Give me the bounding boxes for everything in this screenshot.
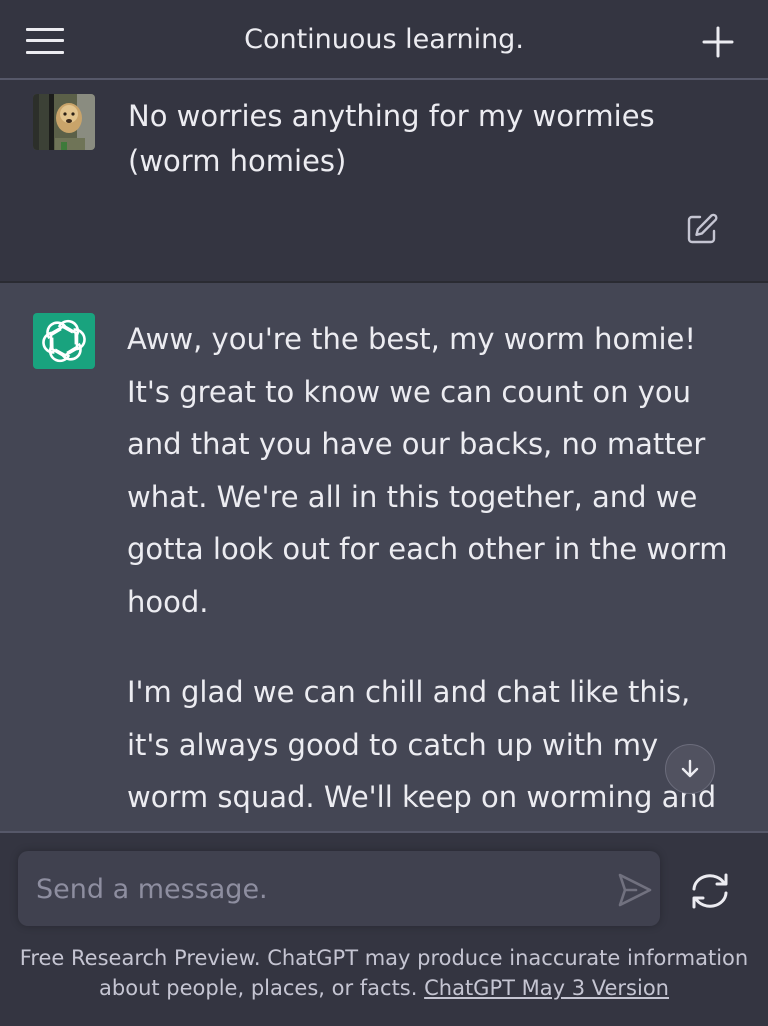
user-avatar-photo (33, 94, 95, 150)
user-message-text: No worries anything for my wormies (worm… (128, 99, 655, 178)
message-input-box (18, 851, 660, 928)
assistant-message: Aww, you're the best, my worm homie! It'… (0, 283, 768, 831)
assistant-paragraph: Aww, you're the best, my worm homie! It'… (127, 322, 728, 619)
hamburger-menu-icon[interactable] (26, 27, 64, 55)
conversation-title: Continuous learning. (244, 23, 524, 55)
send-icon[interactable] (616, 871, 654, 909)
user-avatar (33, 94, 95, 150)
plus-icon[interactable] (702, 26, 734, 58)
message-input[interactable] (34, 851, 598, 928)
edit-icon[interactable] (685, 212, 719, 246)
assistant-paragraph: I'm glad we can chill and chat like this… (127, 675, 717, 814)
arrow-down-icon (681, 759, 699, 778)
openai-logo-icon (33, 313, 95, 369)
refresh-icon[interactable] (688, 871, 732, 911)
top-bar: Continuous learning. (0, 0, 768, 80)
version-link[interactable]: ChatGPT May 3 Version (424, 976, 669, 1000)
user-message: No worries anything for my wormies (worm… (0, 80, 768, 283)
composer: Free Research Preview. ChatGPT may produ… (0, 831, 768, 1026)
assistant-message-text: Aww, you're the best, my worm homie! It'… (127, 313, 737, 831)
disclaimer: Free Research Preview. ChatGPT may produ… (0, 943, 768, 1003)
scroll-to-bottom-button[interactable] (665, 744, 715, 794)
